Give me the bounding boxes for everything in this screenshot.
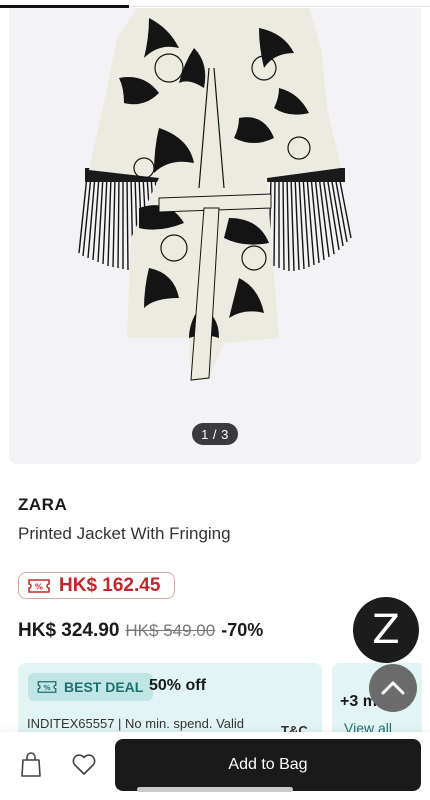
current-price: HK$ 324.90: [18, 620, 120, 641]
zara-assistant-button[interactable]: Z: [353, 597, 419, 663]
discount-percent: -70%: [221, 620, 264, 640]
product-brand: ZARA: [18, 495, 68, 514]
add-to-bag-button[interactable]: Add to Bag: [115, 739, 421, 791]
image-page-indicator: 1 / 3: [192, 423, 238, 445]
percent-tag-icon: %: [28, 578, 50, 593]
best-deal-label: BEST DEAL: [64, 679, 144, 695]
product-image-gallery[interactable]: 1 / 3: [9, 8, 421, 464]
svg-text:%: %: [43, 684, 50, 692]
sale-price-badge: % HK$ 162.45: [18, 572, 176, 599]
price-row: HK$ 324.90 HK$ 549.00 -70%: [18, 620, 263, 642]
deal-code-text: INDITEX65557 | No min. spend. Valid: [27, 716, 245, 731]
heart-icon[interactable]: [71, 752, 97, 776]
percent-tag-icon: %: [37, 681, 57, 693]
svg-text:%: %: [35, 582, 43, 591]
best-deal-card[interactable]: % BEST DEAL 50% off INDITEX65557 | No mi…: [18, 663, 322, 743]
product-image: [78, 8, 352, 381]
shopping-bag-icon[interactable]: [20, 752, 42, 778]
original-price: HK$ 549.00: [125, 621, 216, 640]
image-progress-bar: [0, 0, 430, 8]
scroll-to-top-button[interactable]: [369, 664, 417, 712]
best-deal-badge: % BEST DEAL: [28, 673, 154, 701]
sale-price: HK$ 162.45: [59, 574, 161, 596]
deal-discount: 50% off: [149, 677, 206, 694]
chevron-up-icon: [381, 681, 405, 695]
product-title: Printed Jacket With Fringing: [18, 524, 231, 543]
home-indicator: [137, 787, 293, 792]
